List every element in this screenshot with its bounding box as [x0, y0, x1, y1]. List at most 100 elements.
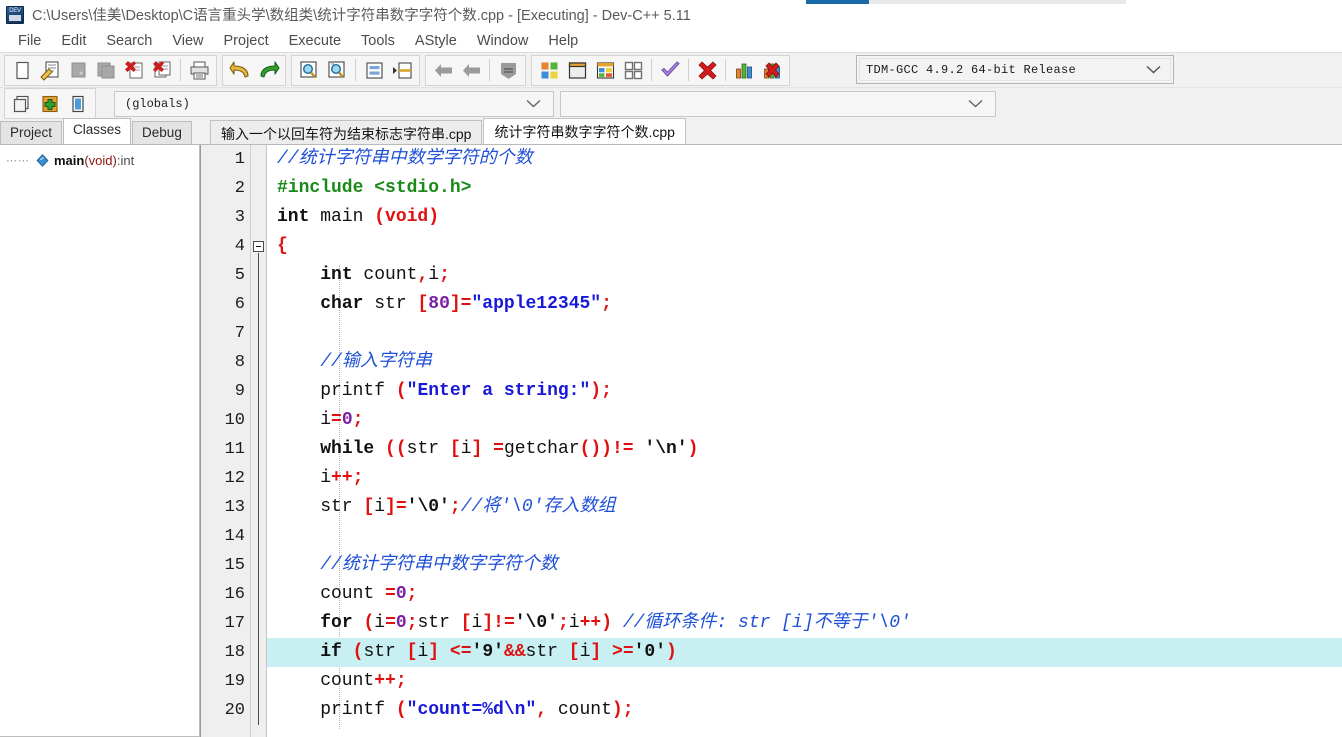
code-line[interactable]: str [i]='\0';//将'\0'存入数组 [267, 493, 1342, 522]
tab-project[interactable]: Project [0, 121, 63, 144]
forward-icon[interactable] [457, 57, 485, 84]
insert-snippet-icon[interactable] [8, 90, 36, 117]
code-token: str [417, 613, 461, 633]
code-line[interactable]: while ((str [i] =getchar())!= '\n') [267, 435, 1342, 464]
code-line[interactable]: printf ("count=%d\n", count); [267, 696, 1342, 725]
menu-help[interactable]: Help [538, 33, 588, 49]
back-icon[interactable] [429, 57, 457, 84]
code-line[interactable]: count++; [267, 667, 1342, 696]
class-browser-panel[interactable]: ⋯⋯ main (void) : int [0, 145, 200, 737]
code-token: str [525, 642, 569, 662]
compiler-select[interactable]: TDM-GCC 4.9.2 64-bit Release [856, 55, 1174, 84]
code-line[interactable]: i++; [267, 464, 1342, 493]
menu-tools[interactable]: Tools [351, 33, 405, 49]
code-line[interactable]: #include <stdio.h> [267, 174, 1342, 203]
editor-tab-1[interactable]: 统计字符串数字字符个数.cpp [483, 118, 686, 144]
redo-icon[interactable] [254, 57, 282, 84]
toolbar-separator [355, 59, 356, 81]
menu-astyle[interactable]: AStyle [405, 33, 467, 49]
code-token: int [277, 207, 310, 227]
scope-select[interactable]: (globals) [114, 91, 554, 117]
delete-profile-icon[interactable] [758, 57, 786, 84]
menu-view[interactable]: View [162, 33, 213, 49]
editor-tab-0[interactable]: 输入一个以回车符为结束标志字符串.cpp [210, 120, 483, 144]
code-line[interactable] [267, 522, 1342, 551]
code-line[interactable]: int main (void) [267, 203, 1342, 232]
menu-project[interactable]: Project [214, 33, 279, 49]
menu-execute[interactable]: Execute [279, 33, 351, 49]
code-line[interactable]: { [267, 232, 1342, 261]
bookmark-icon[interactable] [494, 57, 522, 84]
toolbar-separator [651, 59, 652, 81]
replace-icon[interactable] [323, 57, 351, 84]
code-token: ] [428, 642, 440, 662]
code-line[interactable]: char str [80]="apple12345"; [267, 290, 1342, 319]
menu-search[interactable]: Search [96, 33, 162, 49]
line-number: 12 [224, 469, 245, 488]
code-editor[interactable]: 1 2 3 4 5 6 7 8 9 10 11 12 13 14 15 16 17 18 19 20 //统计字符串中… [200, 145, 1342, 737]
menu-edit[interactable]: Edit [51, 33, 96, 49]
code-line[interactable]: printf ("Enter a string:"); [267, 377, 1342, 406]
print-icon[interactable] [185, 57, 213, 84]
code-token: //统计字符串中数学字符的个数 [277, 149, 533, 169]
code-token: ; [439, 265, 450, 285]
syntax-check-icon[interactable] [656, 57, 684, 84]
code-token: str [277, 497, 364, 517]
code-token: //统计字符串中数字字符个数 [320, 555, 558, 575]
code-line[interactable]: int count,i; [267, 261, 1342, 290]
code-line[interactable]: i=0; [267, 406, 1342, 435]
code-token: count [277, 671, 375, 691]
scope-select-value: (globals) [125, 97, 190, 111]
code-line[interactable]: count =0; [267, 580, 1342, 609]
save-file-icon[interactable] [64, 57, 92, 84]
close-all-icon[interactable] [148, 57, 176, 84]
tab-classes[interactable]: Classes [63, 118, 132, 144]
code-token: ; [557, 613, 569, 633]
goto-function-icon[interactable] [388, 57, 416, 84]
code-token: 0 [395, 584, 407, 604]
goto-line-icon[interactable] [360, 57, 388, 84]
run-icon[interactable] [563, 57, 591, 84]
code-token: ( [363, 613, 375, 633]
toolbar-group-edit [222, 54, 286, 86]
menu-file[interactable]: File [8, 33, 51, 49]
code-token: && [503, 642, 526, 662]
close-file-icon[interactable] [120, 57, 148, 84]
code-line[interactable]: //输入字符串 [267, 348, 1342, 377]
compile-run-icon[interactable] [591, 57, 619, 84]
line-number: 11 [224, 440, 245, 459]
code-line[interactable] [267, 319, 1342, 348]
member-select[interactable] [560, 91, 996, 117]
code-line[interactable]: //统计字符串中数学字符的个数 [267, 145, 1342, 174]
code-folding-gutter[interactable] [251, 145, 267, 737]
toolbar-separator [725, 59, 726, 81]
open-file-icon[interactable] [36, 57, 64, 84]
code-token: ( [395, 700, 407, 720]
code-token: i [417, 642, 429, 662]
rebuild-all-icon[interactable] [619, 57, 647, 84]
stop-execution-icon[interactable] [693, 57, 721, 84]
compile-icon[interactable] [535, 57, 563, 84]
code-token: i [568, 613, 580, 633]
tab-debug[interactable]: Debug [132, 121, 192, 144]
undo-icon[interactable] [226, 57, 254, 84]
class-browser-item-main[interactable]: ⋯⋯ main (void) : int [0, 150, 199, 170]
new-file-icon[interactable] [8, 57, 36, 84]
save-all-icon[interactable] [92, 57, 120, 84]
find-icon[interactable] [295, 57, 323, 84]
code-token: ); [590, 381, 612, 401]
code-line[interactable]: for (i=0;str [i]!='\0';i++) //循环条件: str … [267, 609, 1342, 638]
code-line[interactable]: if (str [i] <='9'&&str [i] >='0') [267, 638, 1342, 667]
profile-icon[interactable] [730, 57, 758, 84]
add-to-project-icon[interactable] [36, 90, 64, 117]
toggle-panel-icon[interactable] [64, 90, 92, 117]
code-token: ++) [579, 613, 612, 633]
class-browser-item-name: main [54, 152, 85, 168]
code-text-area[interactable]: //统计字符串中数学字符的个数 #include <stdio.h> int mai… [267, 145, 1342, 737]
menu-window[interactable]: Window [467, 33, 539, 49]
code-line[interactable]: //统计字符串中数字字符个数 [267, 551, 1342, 580]
code-token: ); [611, 700, 634, 720]
fold-toggle-icon[interactable] [253, 241, 264, 252]
